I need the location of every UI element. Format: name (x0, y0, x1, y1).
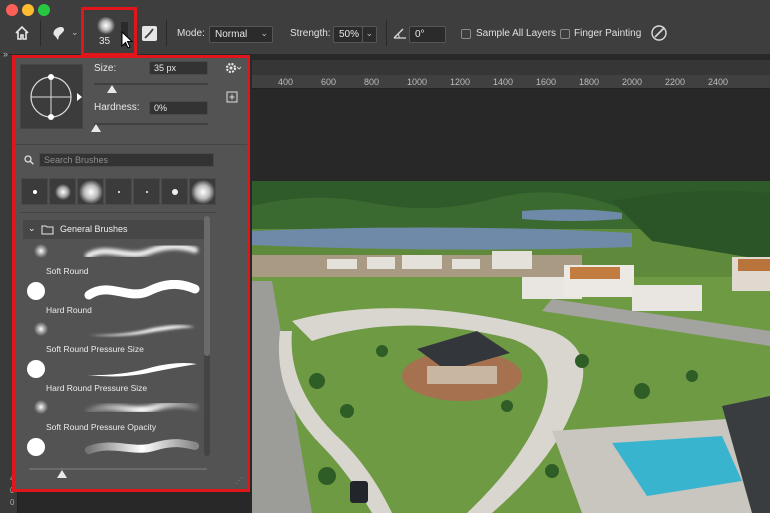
brush-group-label: General Brushes (60, 224, 128, 234)
preview-size-slider-track[interactable] (29, 468, 207, 470)
divider (166, 20, 167, 46)
mode-select-value: Normal (215, 29, 248, 40)
hardness-slider-track[interactable] (94, 123, 208, 125)
angle-value: 0° (415, 29, 425, 40)
sample-all-layers-checkbox[interactable] (461, 29, 471, 39)
finger-painting-label: Finger Painting (574, 28, 642, 39)
smudge-tool-icon[interactable] (50, 24, 68, 42)
brush-stroke-preview (84, 280, 200, 300)
horizontal-ruler: 400 600 800 1000 1200 1400 1600 1800 2000 2200 240… (252, 75, 770, 89)
angle-icon (393, 28, 406, 39)
ruler-tick-label: 800 (364, 77, 380, 87)
ruler-tick-label: 2200 (665, 77, 686, 87)
brush-item-label: Soft Round Pressure Size (46, 344, 144, 354)
strength-label: Strength: (290, 28, 331, 39)
gear-icon[interactable] (225, 62, 242, 74)
brush-item-partial[interactable] (23, 435, 204, 457)
canvas-photo[interactable] (252, 181, 770, 513)
size-label: Size: (94, 63, 117, 74)
brush-tip-icon (27, 282, 45, 300)
angle-input[interactable]: 0° (409, 26, 446, 43)
new-preset-icon[interactable] (226, 91, 238, 103)
strength-value: 50% (339, 29, 360, 40)
brush-stroke-preview (85, 400, 199, 415)
ruler-tick-label: 1800 (579, 77, 600, 87)
recent-brush-tip[interactable] (161, 178, 188, 205)
resize-grip-icon[interactable]: ⋰ (235, 476, 243, 485)
brush-item-soft-round-pressure-size[interactable]: Soft Round Pressure Size (23, 318, 204, 357)
vertical-ruler-digit: 0 (10, 498, 15, 507)
mode-label: Mode: (177, 28, 205, 39)
recent-brush-tip[interactable] (49, 178, 76, 205)
hardness-input[interactable]: 0% (149, 101, 208, 115)
brush-item-soft-round[interactable]: Soft Round (23, 240, 204, 279)
recent-brush-tip[interactable] (133, 178, 160, 205)
divider (386, 20, 387, 46)
brush-angle-roundness-widget[interactable] (20, 64, 83, 129)
brush-tip-icon (34, 322, 48, 336)
options-bar: ⌄ 35 Mode: Normal ⌄ Strength: 50% ⌄ 0° S… (0, 0, 770, 56)
brush-stroke-preview (85, 439, 199, 454)
brush-tip-icon (27, 438, 45, 456)
home-icon[interactable] (14, 25, 30, 41)
tool-preset-chevron-icon[interactable]: ⌄ (71, 27, 79, 38)
ruler-tick-label: 2000 (622, 77, 643, 87)
brush-tip-icon (34, 244, 48, 258)
mode-select[interactable]: Normal ⌄ (209, 26, 273, 43)
recent-brush-tip[interactable] (21, 178, 48, 205)
ruler-tick-label: 400 (278, 77, 294, 87)
ruler-tick-label: 1400 (493, 77, 514, 87)
close-window-button[interactable] (6, 4, 18, 16)
search-icon (24, 155, 34, 165)
brush-group-general-brushes[interactable]: ⌄ General Brushes (23, 220, 204, 239)
brush-tip-icon (34, 400, 48, 414)
ruler-tick-label: 1000 (407, 77, 428, 87)
brush-item-hard-round-pressure-size[interactable]: Hard Round Pressure Size (23, 357, 204, 396)
brush-stroke-preview (87, 363, 197, 377)
expand-panel-icon[interactable]: » (3, 49, 8, 59)
brush-settings-panel-icon[interactable] (141, 25, 158, 42)
zoom-window-button[interactable] (38, 4, 50, 16)
strength-slider-button[interactable]: ⌄ (362, 26, 377, 43)
search-brushes-input[interactable]: Search Brushes (39, 153, 214, 167)
brush-stroke-preview (85, 243, 198, 259)
brush-picker-highlight (81, 7, 137, 56)
chevron-down-icon: ⌄ (260, 28, 268, 38)
minimize-window-button[interactable] (22, 4, 34, 16)
recent-brush-tip[interactable] (105, 178, 132, 205)
preview-size-slider-thumb[interactable] (57, 470, 67, 478)
sample-all-layers-label: Sample All Layers (476, 28, 557, 39)
brush-item-label: Soft Round (46, 266, 89, 276)
brush-tip-icon (27, 360, 45, 378)
brush-stroke-preview (87, 325, 195, 336)
chevron-down-icon: ⌄ (28, 223, 36, 233)
brush-list-scroll-thumb[interactable] (204, 216, 210, 356)
ruler-tick-label: 600 (321, 77, 337, 87)
pressure-pen-icon[interactable] (650, 24, 668, 42)
strength-input[interactable]: 50% (333, 26, 363, 43)
ruler-tick-label: 2400 (708, 77, 729, 87)
document-tab-strip (252, 60, 770, 75)
recent-brush-tip[interactable] (189, 178, 216, 205)
finger-painting-checkbox[interactable] (560, 29, 570, 39)
size-slider-thumb[interactable] (107, 85, 117, 93)
hardness-label: Hardness: (94, 102, 140, 113)
ruler-tick-label: 1200 (450, 77, 471, 87)
photoshop-window: ⌄ 35 Mode: Normal ⌄ Strength: 50% ⌄ 0° S… (0, 0, 770, 513)
divider (21, 212, 217, 213)
folder-icon (41, 225, 54, 235)
size-input[interactable]: 35 px (149, 61, 208, 75)
divider (40, 20, 41, 46)
brush-item-label: Soft Round Pressure Opacity (46, 422, 157, 432)
brush-item-label: Hard Round (46, 305, 92, 315)
brush-item-hard-round[interactable]: Hard Round (23, 279, 204, 318)
brush-preset-picker-panel: Size: 35 px Hardness: 0% Search Brushes (12, 55, 250, 492)
divider (15, 144, 247, 145)
brush-item-soft-round-pressure-opacity[interactable]: Soft Round Pressure Opacity (23, 396, 204, 435)
recent-brush-tip[interactable] (77, 178, 104, 205)
hardness-slider-thumb[interactable] (91, 124, 101, 132)
chevron-down-icon: ⌄ (365, 28, 373, 38)
brush-item-label: Hard Round Pressure Size (46, 383, 148, 393)
ruler-tick-label: 1600 (536, 77, 557, 87)
